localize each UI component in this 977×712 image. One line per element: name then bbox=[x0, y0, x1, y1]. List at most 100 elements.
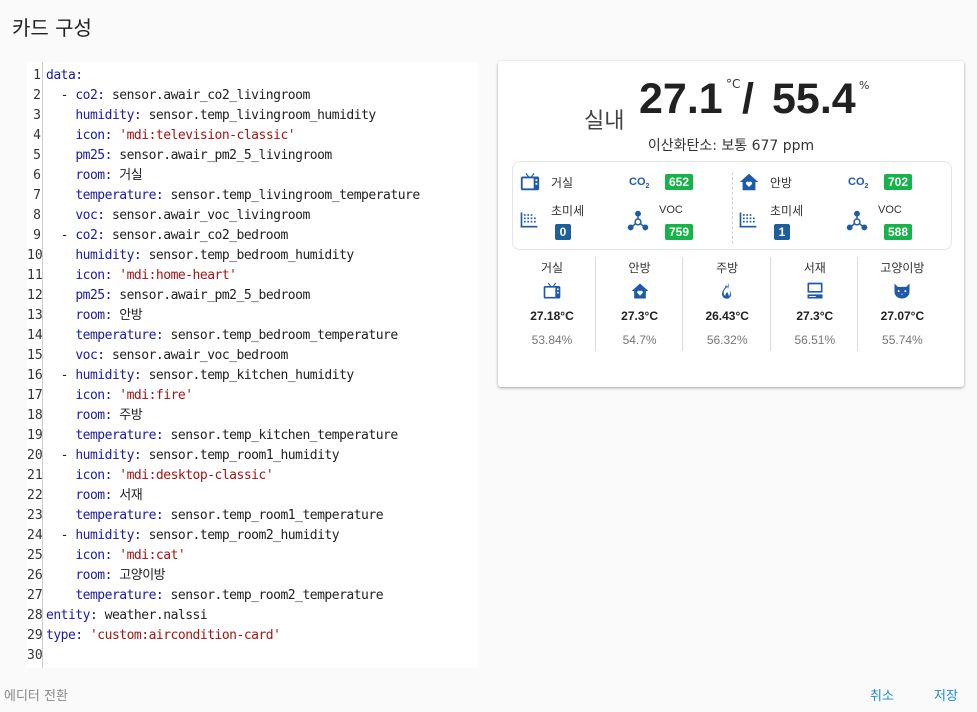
yaml-string: 'mdi:cat' bbox=[111, 548, 186, 563]
voc-badge: 759 bbox=[665, 224, 694, 240]
code-line[interactable]: temperature: sensor.temp_bedroom_tempera… bbox=[46, 326, 474, 346]
code-line[interactable]: room: 거실 bbox=[46, 166, 474, 186]
code-line[interactable]: - co2: sensor.awair_co2_bedroom bbox=[46, 226, 474, 246]
yaml-value: sensor.awair_pm2_5_livingroom bbox=[111, 148, 332, 163]
yaml-key: room: bbox=[75, 488, 112, 503]
code-line[interactable]: humidity: sensor.temp_livingroom_humidit… bbox=[46, 106, 474, 126]
code-line[interactable]: icon: 'mdi:home-heart' bbox=[46, 266, 474, 286]
room-climate-row: 거실 27.18°C 53.84% 안방 27.3°C 54.7% 주방 26.43°C 56.… bbox=[508, 255, 954, 355]
code-line[interactable]: - humidity: sensor.temp_room1_humidity bbox=[46, 446, 474, 466]
yaml-key: icon: bbox=[75, 468, 112, 483]
yaml-key: co2: bbox=[75, 228, 105, 243]
room-temperature: 27.18°C bbox=[530, 309, 574, 323]
yaml-key: temperature: bbox=[75, 328, 164, 343]
code-line[interactable]: icon: 'mdi:cat' bbox=[46, 546, 474, 566]
room-humidity: 56.32% bbox=[706, 333, 748, 347]
yaml-key: room: bbox=[75, 568, 112, 583]
home-heart-icon bbox=[738, 171, 760, 193]
code-line[interactable]: icon: 'mdi:desktop-classic' bbox=[46, 466, 474, 486]
line-number: 4 bbox=[33, 128, 41, 143]
voc-label: VOC bbox=[659, 204, 683, 216]
co2-label-text: CO bbox=[629, 176, 646, 188]
code-line[interactable]: pm25: sensor.awair_pm2_5_bedroom bbox=[46, 286, 474, 306]
code-line[interactable]: type: 'custom:aircondition-card' bbox=[46, 626, 474, 646]
line-number: 18 bbox=[27, 408, 43, 423]
room-temperature: 26.43°C bbox=[705, 309, 749, 323]
yaml-key: temperature: bbox=[75, 508, 164, 523]
pm25-badge: 0 bbox=[555, 224, 571, 240]
yaml-value: 안방 bbox=[111, 308, 143, 323]
code-line[interactable]: - humidity: sensor.temp_room2_humidity bbox=[46, 526, 474, 546]
indoor-label: 실내 bbox=[584, 109, 625, 134]
code-line[interactable]: entity: weather.nalssi bbox=[46, 606, 474, 626]
code-line[interactable]: icon: 'mdi:fire' bbox=[46, 386, 474, 406]
yaml-key: entity: bbox=[46, 608, 98, 623]
line-number: 20 bbox=[27, 448, 43, 463]
toggle-editor-button[interactable]: 에디터 전환 bbox=[4, 685, 68, 704]
room-air-quality-2: 안방 CO2 702 초미세 1 VOC 588 bbox=[732, 162, 951, 251]
indoor-humidity: 55.4 bbox=[772, 75, 856, 123]
yaml-value: sensor.awair_voc_livingroom bbox=[104, 208, 310, 223]
line-number: 6 bbox=[33, 168, 41, 183]
yaml-string: 'mdi:television-classic' bbox=[111, 128, 296, 143]
code-line[interactable]: temperature: sensor.temp_kitchen_tempera… bbox=[46, 426, 474, 446]
yaml-key: room: bbox=[75, 168, 112, 183]
cancel-button[interactable]: 취소 bbox=[870, 685, 894, 704]
yaml-value: sensor.temp_kitchen_humidity bbox=[141, 368, 355, 383]
humidity-unit: % bbox=[859, 79, 870, 92]
line-number: 11 bbox=[27, 268, 43, 283]
line-number: 22 bbox=[27, 488, 43, 503]
line-number: 26 bbox=[27, 568, 43, 583]
yaml-value: sensor.temp_bedroom_humidity bbox=[141, 248, 355, 263]
temperature-unit: °C bbox=[726, 77, 741, 91]
line-number: 8 bbox=[33, 208, 41, 223]
code-line[interactable]: pm25: sensor.awair_pm2_5_livingroom bbox=[46, 146, 474, 166]
yaml-key: pm25: bbox=[75, 288, 112, 303]
yaml-key: humidity: bbox=[75, 528, 142, 543]
yaml-value: sensor.awair_co2_livingroom bbox=[104, 88, 310, 103]
code-line[interactable]: room: 서재 bbox=[46, 486, 474, 506]
code-line[interactable]: voc: sensor.awair_voc_livingroom bbox=[46, 206, 474, 226]
code-line[interactable]: icon: 'mdi:television-classic' bbox=[46, 126, 474, 146]
line-number: 17 bbox=[27, 388, 43, 403]
room-temperature: 27.07°C bbox=[880, 309, 925, 323]
code-line[interactable]: room: 안방 bbox=[46, 306, 474, 326]
code-line[interactable]: temperature: sensor.temp_room2_temperatu… bbox=[46, 586, 474, 606]
code-area[interactable]: data: - co2: sensor.awair_co2_livingroom… bbox=[46, 66, 474, 666]
television-classic-icon bbox=[519, 171, 541, 193]
yaml-string: 'mdi:fire' bbox=[111, 388, 193, 403]
molecule-icon bbox=[846, 210, 868, 232]
code-line[interactable]: temperature: sensor.temp_room1_temperatu… bbox=[46, 506, 474, 526]
indent: - bbox=[46, 448, 76, 463]
code-line[interactable]: voc: sensor.awair_voc_bedroom bbox=[46, 346, 474, 366]
code-line[interactable]: data: bbox=[46, 66, 474, 86]
code-line[interactable]: humidity: sensor.temp_bedroom_humidity bbox=[46, 246, 474, 266]
code-line[interactable]: room: 고양이방 bbox=[46, 566, 474, 586]
save-button[interactable]: 저장 bbox=[934, 685, 958, 704]
pm-grid-icon bbox=[738, 210, 758, 230]
indent: - bbox=[46, 368, 76, 383]
room-name: 안방 bbox=[628, 261, 651, 275]
code-line[interactable]: room: 주방 bbox=[46, 406, 474, 426]
co2-summary: 이산화탄소: 보통 677 ppm bbox=[647, 138, 815, 154]
yaml-editor[interactable]: 1 2 3 4 5 6 7 8 9 10 11 12 13 14 15 16 17 18 19 20 21 22 23 24 2… bbox=[27, 62, 478, 668]
yaml-value: 거실 bbox=[111, 168, 143, 183]
line-number: 16 bbox=[27, 368, 43, 383]
code-line[interactable] bbox=[46, 646, 474, 666]
code-line[interactable]: - co2: sensor.awair_co2_livingroom bbox=[46, 86, 474, 106]
line-number: 9 bbox=[33, 228, 41, 243]
code-line[interactable]: temperature: sensor.temp_livingroom_temp… bbox=[46, 186, 474, 206]
room-column: 안방 27.3°C 54.7% bbox=[596, 255, 684, 351]
line-number: 15 bbox=[27, 348, 43, 363]
room-humidity: 56.51% bbox=[794, 333, 836, 347]
code-line[interactable]: - humidity: sensor.temp_kitchen_humidity bbox=[46, 366, 474, 386]
